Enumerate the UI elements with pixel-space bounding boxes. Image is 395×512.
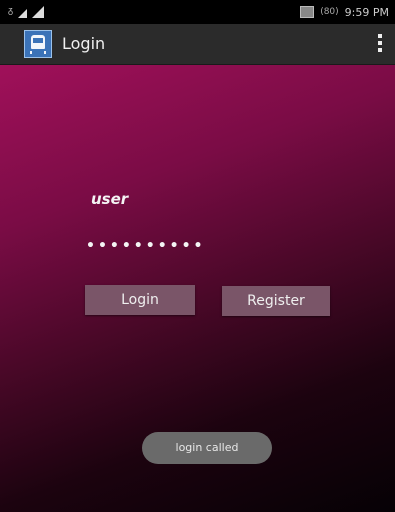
notification-icon (300, 6, 315, 18)
menu-dot (378, 48, 382, 52)
login-button[interactable]: Login (85, 285, 195, 315)
register-button[interactable]: Register (222, 286, 330, 316)
notification-glyph: ᵹ (8, 6, 14, 16)
username-field[interactable]: user (91, 188, 251, 210)
menu-dot (378, 41, 382, 45)
menu-dot (378, 34, 382, 38)
signal-icon (18, 9, 28, 18)
train-rails-shape (30, 51, 46, 54)
phone-screen: ᵹ (80) 9:59 PM Login user •••••••••• Log… (0, 0, 395, 512)
password-field[interactable]: •••••••••• (86, 235, 246, 257)
login-content: user •••••••••• Login Register login cal… (0, 65, 395, 512)
overflow-menu-icon[interactable] (375, 34, 385, 54)
battery-icon: (80) (320, 7, 339, 17)
action-bar: Login (0, 24, 395, 65)
toast-message: login called (142, 432, 272, 464)
page-title: Login (62, 34, 106, 53)
status-bar: ᵹ (80) 9:59 PM (0, 0, 395, 24)
status-clock: 9:59 PM (344, 5, 389, 19)
status-right-icons: (80) 9:59 PM (300, 3, 389, 21)
status-left-icons: ᵹ (8, 4, 45, 18)
train-icon[interactable] (24, 30, 52, 58)
signal-strong-icon (32, 6, 45, 18)
train-window-shape (33, 38, 43, 43)
